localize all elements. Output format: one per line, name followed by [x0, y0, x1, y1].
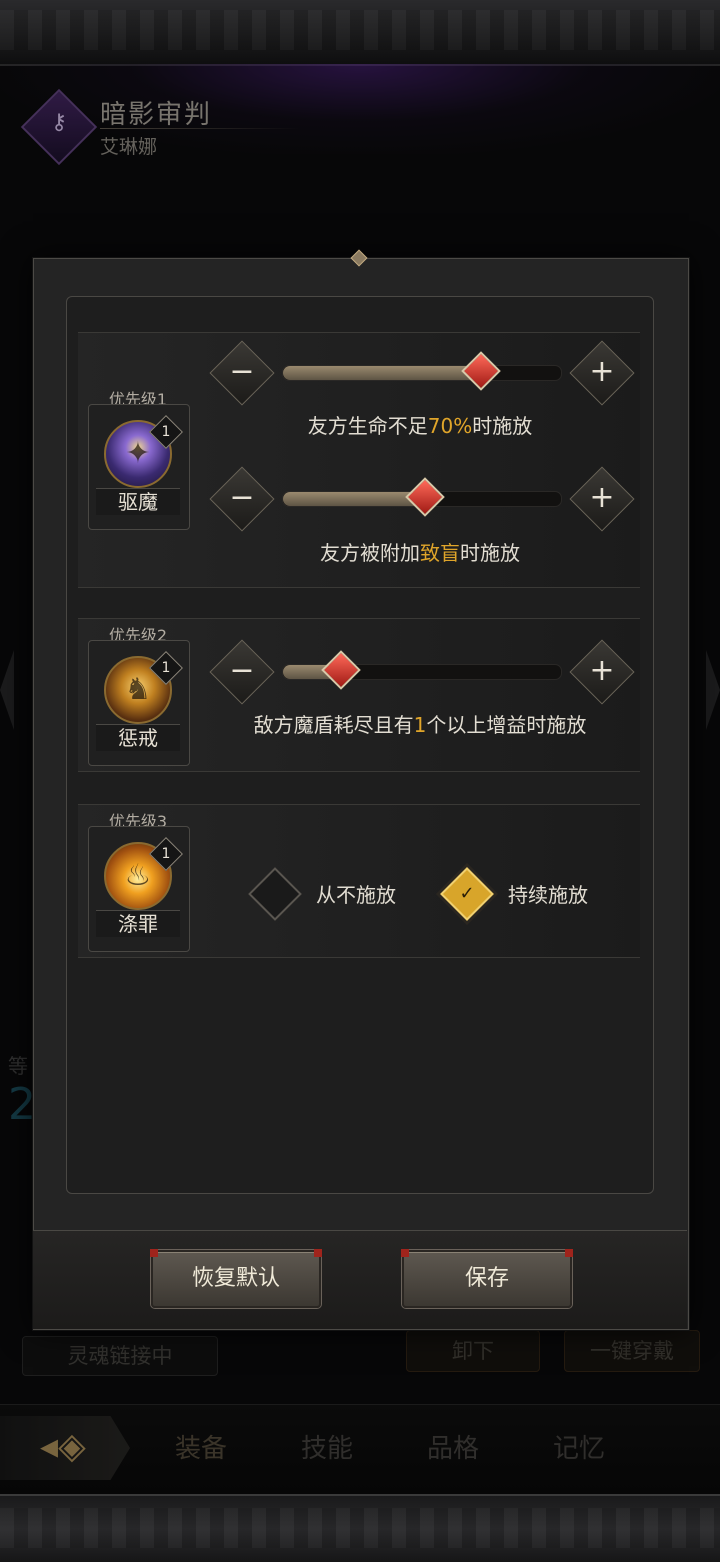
dialog-footer: [33, 1230, 687, 1329]
priority-card-2: 优先级2 ♞ 1 惩戒: [86, 622, 190, 766]
hero-name: 艾琳娜: [100, 136, 158, 158]
tab-character[interactable]: 品格: [427, 1428, 479, 1465]
bottom-ornament-frame: [0, 1494, 720, 1562]
tab-skills[interactable]: 技能: [301, 1428, 353, 1465]
skill-name-underline: [100, 128, 300, 129]
plus-icon: +: [589, 653, 615, 688]
condition-text: 友方生命不足70%时施放: [307, 414, 533, 438]
minus-icon: −: [229, 653, 255, 688]
next-arrow-icon[interactable]: [706, 650, 720, 730]
slider-fill: [283, 492, 423, 506]
tab-memory[interactable]: 记忆: [553, 1428, 605, 1465]
threshold-slider[interactable]: [282, 351, 562, 391]
plus-icon: +: [589, 480, 615, 515]
option-label[interactable]: 持续施放: [508, 879, 588, 908]
minus-icon: −: [229, 480, 255, 515]
condition-text: 敌方魔盾耗尽且有1个以上增益时施放: [253, 713, 587, 737]
unequip-button[interactable]: 卸下: [406, 1330, 540, 1372]
priority-card-1: 优先级1 ✦ 1 驱魔: [86, 386, 190, 530]
equip-all-button[interactable]: 一键穿戴: [564, 1330, 700, 1372]
reset-default-button[interactable]: 恢复默认: [150, 1249, 322, 1308]
status-slider[interactable]: [282, 477, 562, 517]
skill-name: 暗影审判: [100, 100, 213, 130]
back-button[interactable]: ◂◈: [0, 1416, 130, 1480]
condition-highlight: 致盲: [420, 541, 460, 565]
slider-fill: [283, 366, 479, 380]
tab-equipment[interactable]: 装备: [175, 1428, 227, 1465]
plus-icon: +: [589, 354, 615, 389]
condition-text: 友方被附加致盲时施放: [320, 541, 520, 565]
skill-title: 惩戒: [96, 724, 180, 751]
save-button[interactable]: 保存: [401, 1249, 573, 1308]
top-ornament-frame: [0, 0, 720, 66]
back-arrow-icon: ◂◈: [40, 1426, 86, 1467]
soul-link-button[interactable]: 灵魂链接中: [22, 1336, 218, 1376]
condition-highlight: 1: [413, 713, 427, 737]
prev-arrow-icon[interactable]: [0, 650, 14, 730]
priority-card-3: 优先级3 ♨ 1 涤罪: [86, 808, 190, 952]
skill-title: 驱魔: [96, 488, 180, 515]
condition-highlight: 70%: [427, 414, 473, 438]
skill-title: 涤罪: [96, 910, 180, 937]
option-label[interactable]: 从不施放: [316, 879, 396, 908]
buff-count-slider[interactable]: [282, 650, 562, 690]
minus-icon: −: [229, 354, 255, 389]
